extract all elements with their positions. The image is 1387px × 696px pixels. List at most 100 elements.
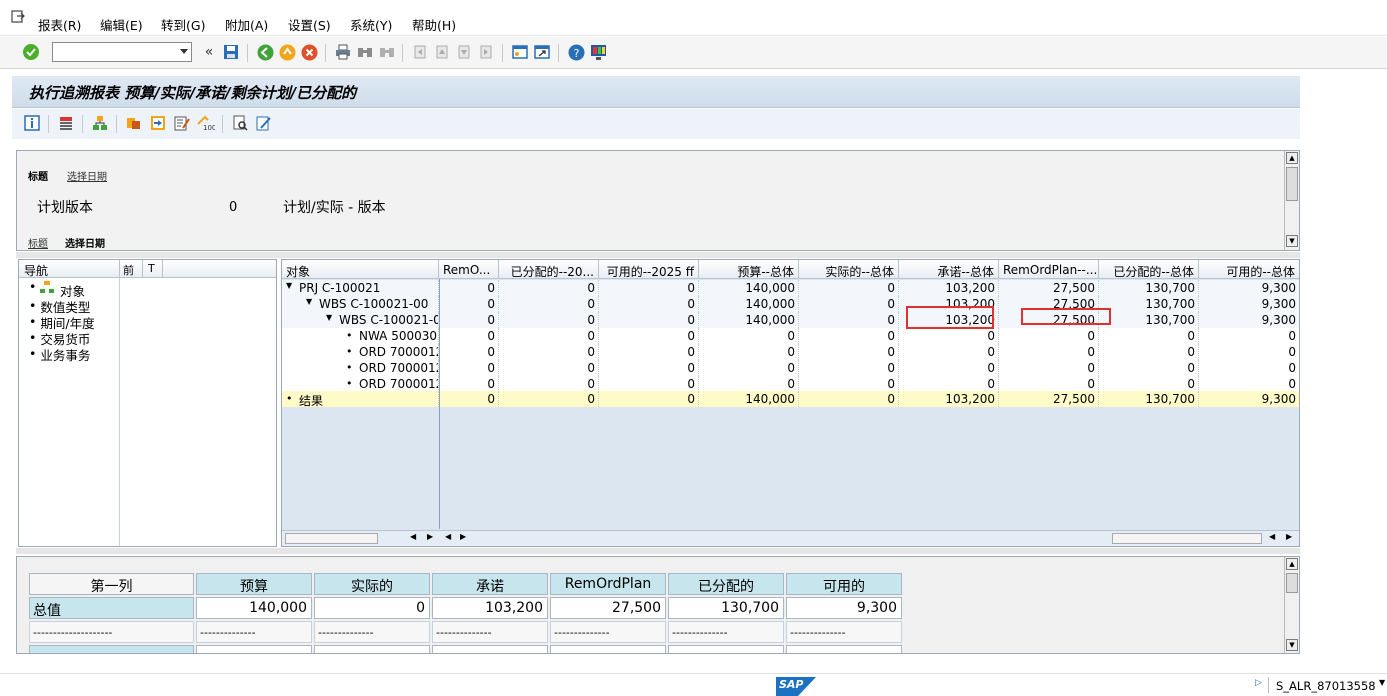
check-icon[interactable]: [21, 42, 41, 62]
table-row[interactable]: ▼ WBS C-100021-00 0 0 0 140,000 0 103,200 27,500…: [282, 296, 1299, 312]
menu-edit[interactable]: 编辑(E): [100, 15, 143, 34]
number-format-icon[interactable]: 100: [196, 113, 216, 133]
menu-report[interactable]: 报表(R): [38, 15, 81, 34]
grid-col-header[interactable]: RemOrdPlan--...: [999, 260, 1099, 279]
expand-node-icon[interactable]: ▼: [286, 281, 292, 290]
collapse-icon[interactable]: «: [199, 42, 219, 62]
chevron-down-icon[interactable]: ▼: [1379, 678, 1385, 687]
hierarchy-icon[interactable]: [90, 113, 110, 133]
grid-col-header[interactable]: 可用的--2025 ff: [599, 260, 699, 279]
report-interface-icon[interactable]: [148, 113, 168, 133]
grid-cell: 0: [799, 280, 899, 296]
first-page-icon[interactable]: [410, 42, 430, 62]
menu-settings[interactable]: 设置(S): [288, 15, 331, 34]
grid-row-object[interactable]: ▼ WBS C-100021-0: [282, 312, 439, 328]
splitter[interactable]: [16, 252, 1300, 258]
back-icon[interactable]: [255, 42, 275, 62]
scroll-down-icon[interactable]: ▼: [1286, 639, 1298, 651]
summary-next-row-cell: [196, 645, 312, 653]
table-row[interactable]: • NWA 500030 0 0 0 0 0 0 0 0 0: [282, 328, 1299, 344]
leaf-node-icon: •: [286, 392, 293, 405]
toolbar-separator: [247, 44, 248, 62]
customize-layout-icon[interactable]: [588, 42, 608, 62]
nav-item-business-transaction[interactable]: • 业务事务: [29, 345, 90, 364]
menu-extras[interactable]: 附加(A): [225, 15, 268, 34]
table-row[interactable]: • ORD 7000012 0 0 0 0 0 0 0 0 0: [282, 344, 1299, 360]
expand-node-icon[interactable]: ▼: [306, 297, 312, 306]
grid-col-header[interactable]: 实际的--总体: [799, 260, 899, 279]
summary-scrollbar[interactable]: ▲ ▼: [1284, 557, 1299, 653]
chevron-down-icon[interactable]: [180, 49, 188, 54]
header-tab-title[interactable]: 标题: [28, 168, 48, 183]
scroll-left-icon[interactable]: ◀: [1269, 532, 1275, 541]
menu-exit-icon[interactable]: [10, 9, 26, 25]
grid-row-object[interactable]: • ORD 7000012: [282, 376, 439, 392]
grid-col-header[interactable]: 承诺--总体: [899, 260, 999, 279]
table-row[interactable]: • ORD 7000012 0 0 0 0 0 0 0 0 0: [282, 360, 1299, 376]
header-scrollbar[interactable]: ▲ ▼: [1284, 151, 1299, 250]
find-icon[interactable]: [355, 42, 375, 62]
result-row[interactable]: • 结果 0 0 0 140,000 0 103,200 27,500 130,700 9,300: [282, 391, 1299, 407]
create-session-icon[interactable]: [510, 42, 530, 62]
toolbar-separator: [325, 44, 326, 62]
find-next-icon[interactable]: [377, 42, 397, 62]
footer-tab-title[interactable]: 标题: [28, 235, 48, 250]
grid-col-header[interactable]: 已分配的--20...: [499, 260, 599, 279]
prev-page-icon[interactable]: [432, 42, 452, 62]
edit-list-icon[interactable]: [172, 113, 192, 133]
menu-goto[interactable]: 转到(G): [161, 15, 205, 34]
grid-col-header[interactable]: 预算--总体: [699, 260, 799, 279]
grid-row-object[interactable]: • NWA 500030: [282, 328, 439, 344]
grid-row-object[interactable]: ▼ PRJ C-100021: [282, 280, 439, 296]
expand-node-icon[interactable]: ▼: [326, 313, 332, 322]
scroll-thumb[interactable]: [1112, 533, 1262, 544]
grid-row-object[interactable]: • 结果: [282, 391, 439, 407]
scroll-right-icon[interactable]: ▶: [427, 532, 433, 541]
splitter[interactable]: [16, 548, 1300, 554]
grid-col-header[interactable]: 可用的--总体: [1199, 260, 1299, 279]
last-page-icon[interactable]: [476, 42, 496, 62]
help-icon[interactable]: ?: [566, 42, 586, 62]
grid-row-object[interactable]: • ORD 7000012: [282, 360, 439, 376]
scroll-down-icon[interactable]: ▼: [1286, 235, 1298, 247]
scroll-left-icon[interactable]: ◀: [445, 532, 451, 541]
exit-icon[interactable]: [277, 42, 297, 62]
scroll-thumb[interactable]: [1286, 167, 1298, 201]
navigate-icon[interactable]: [124, 113, 144, 133]
grid-row-object[interactable]: ▼ WBS C-100021-00: [282, 296, 439, 312]
info-icon[interactable]: [22, 113, 42, 133]
shortcut-icon[interactable]: [532, 42, 552, 62]
save-icon[interactable]: [221, 42, 241, 62]
scroll-thumb[interactable]: [1286, 573, 1298, 593]
header-tab-select-date[interactable]: 选择日期: [67, 168, 107, 183]
print-preview-icon[interactable]: [230, 113, 250, 133]
table-row[interactable]: ▼ WBS C-100021-0 0 0 0 140,000 0 103,200 27,500 1…: [282, 312, 1299, 328]
footer-tab-select-date[interactable]: 选择日期: [65, 235, 105, 250]
grid-col-header[interactable]: 对象: [282, 260, 439, 279]
nav-col-c[interactable]: T: [148, 262, 155, 275]
table-row[interactable]: • ORD 7000012 0 0 0 0 0 0 0 0 0: [282, 376, 1299, 392]
grid-col-header[interactable]: 已分配的--总体: [1099, 260, 1199, 279]
command-field[interactable]: [52, 42, 192, 62]
scroll-right-icon[interactable]: ▶: [1286, 532, 1292, 541]
print-icon[interactable]: [333, 42, 353, 62]
scroll-up-icon[interactable]: ▲: [1286, 152, 1298, 164]
scroll-up-icon[interactable]: ▲: [1286, 558, 1298, 570]
nav-item-object[interactable]: • 对象: [29, 279, 85, 299]
next-page-icon[interactable]: [454, 42, 474, 62]
menu-system[interactable]: 系统(Y): [350, 15, 392, 34]
menu-help[interactable]: 帮助(H): [412, 15, 456, 34]
nav-col-b[interactable]: 前: [123, 262, 134, 278]
grid-horizontal-scrollbar[interactable]: ◀ ▶ ◀ ▶ ◀ ▶: [282, 530, 1299, 546]
grid-col-header[interactable]: RemO...: [439, 260, 499, 279]
scroll-left-icon[interactable]: ◀: [410, 532, 416, 541]
select-layout-icon[interactable]: [56, 113, 76, 133]
scroll-right-icon[interactable]: ▶: [460, 532, 466, 541]
edit-icon[interactable]: [254, 113, 274, 133]
status-expand-icon[interactable]: ▷: [1255, 678, 1262, 688]
scroll-thumb[interactable]: [285, 533, 378, 544]
grid-row-object[interactable]: • ORD 7000012: [282, 344, 439, 360]
cancel-icon[interactable]: [299, 42, 319, 62]
table-row[interactable]: ▼ PRJ C-100021 0 0 0 140,000 0 103,200 27,500 130…: [282, 280, 1299, 296]
nav-col-header[interactable]: 导航: [24, 262, 48, 279]
